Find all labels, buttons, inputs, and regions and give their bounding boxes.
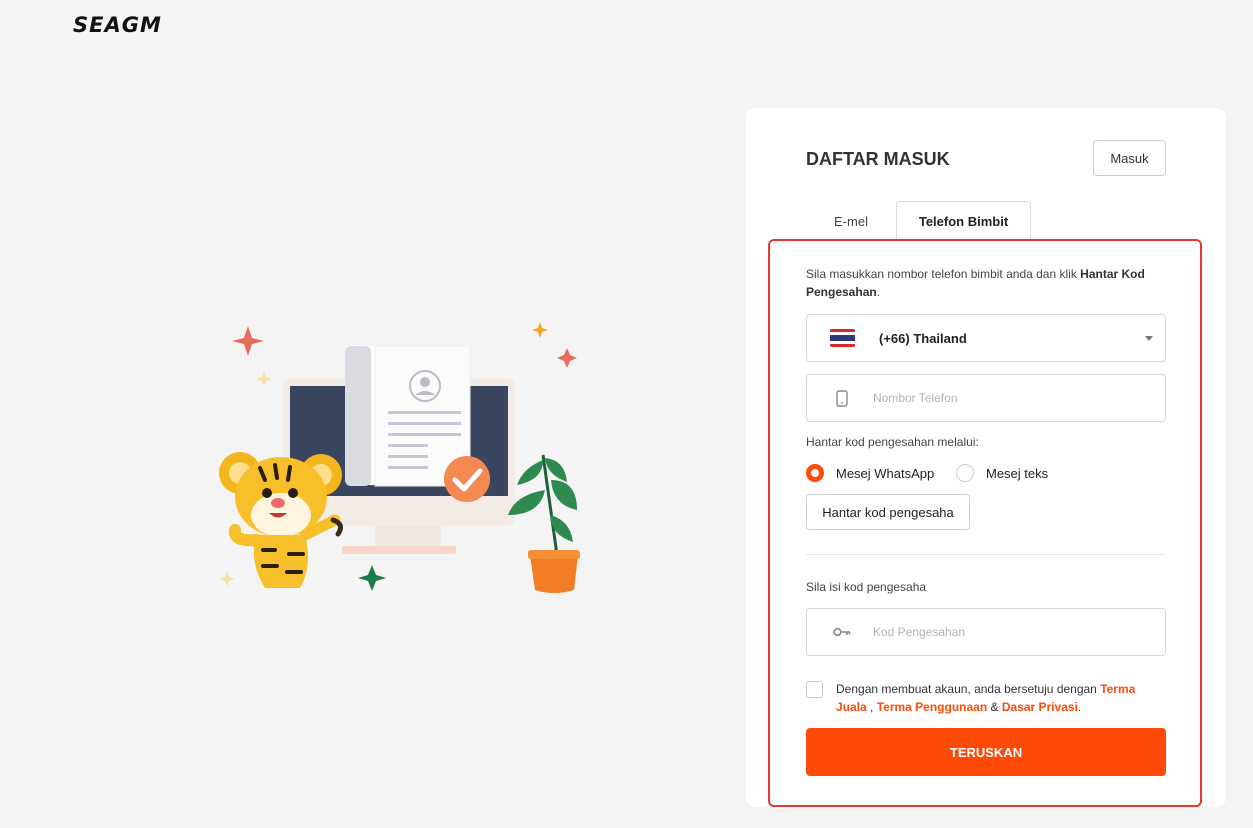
divider	[806, 554, 1166, 555]
sparkle-icon	[557, 348, 577, 368]
tab-phone[interactable]: Telefon Bimbit	[896, 201, 1031, 241]
card-title: DAFTAR MASUK	[806, 149, 950, 169]
country-label: (+66) Thailand	[879, 330, 967, 346]
send-via-label: Hantar kod pengesahan melalui:	[806, 435, 979, 449]
verification-code-field[interactable]	[806, 608, 1166, 656]
terms-text: Dengan membuat akaun, anda bersetuju den…	[836, 680, 1166, 716]
intro-text-suffix: .	[876, 285, 881, 299]
terms-separator: ,	[866, 700, 877, 714]
chevron-down-icon	[1145, 336, 1153, 341]
sparkle-icon	[232, 326, 264, 356]
radio-sms[interactable]: Mesej teks	[956, 464, 1048, 482]
tiger-mascot	[219, 452, 344, 588]
key-icon	[829, 627, 855, 637]
send-code-button[interactable]: Hantar kod pengesaha	[806, 494, 970, 530]
continue-button[interactable]: TERUSKAN	[806, 728, 1166, 776]
radio-unchecked-icon	[956, 464, 974, 482]
intro-text: Sila masukkan nombor telefon bimbit anda…	[806, 265, 1166, 301]
thailand-flag-icon	[830, 329, 855, 347]
send-method-radio-group: Mesej WhatsApp Mesej teks	[806, 463, 1048, 483]
terms-suffix: .	[1077, 700, 1082, 714]
terms-prefix: Dengan membuat akaun, anda bersetuju den…	[836, 682, 1101, 696]
terms-separator: &	[987, 700, 1002, 714]
fill-code-label: Sila isi kod pengesaha	[806, 580, 927, 594]
tab-email[interactable]: E-mel	[806, 201, 896, 241]
country-code-select[interactable]: (+66) Thailand	[806, 314, 1166, 362]
sparkle-icon	[532, 322, 548, 338]
sparkle-icon	[358, 565, 386, 591]
phone-number-field[interactable]	[806, 374, 1166, 422]
privacy-policy-link[interactable]: Dasar Privasi	[1002, 700, 1078, 714]
signup-illustration	[219, 322, 580, 593]
radio-whatsapp-label: Mesej WhatsApp	[836, 465, 935, 481]
radio-sms-label: Mesej teks	[986, 465, 1049, 481]
sparkle-icon	[256, 371, 272, 387]
sparkle-icon	[219, 571, 235, 587]
radio-whatsapp[interactable]: Mesej WhatsApp	[806, 464, 956, 482]
mobile-phone-icon	[829, 389, 855, 407]
terms-checkbox[interactable]	[806, 681, 823, 698]
intro-text-prefix: Sila masukkan nombor telefon bimbit anda…	[806, 267, 1081, 281]
radio-checked-icon	[806, 464, 824, 482]
seagm-logo[interactable]: SEAGM	[73, 13, 162, 37]
phone-number-input[interactable]	[873, 391, 1153, 405]
verification-code-input[interactable]	[873, 625, 1153, 639]
login-button[interactable]: Masuk	[1093, 140, 1166, 176]
terms-of-use-link[interactable]: Terma Penggunaan	[877, 700, 987, 714]
